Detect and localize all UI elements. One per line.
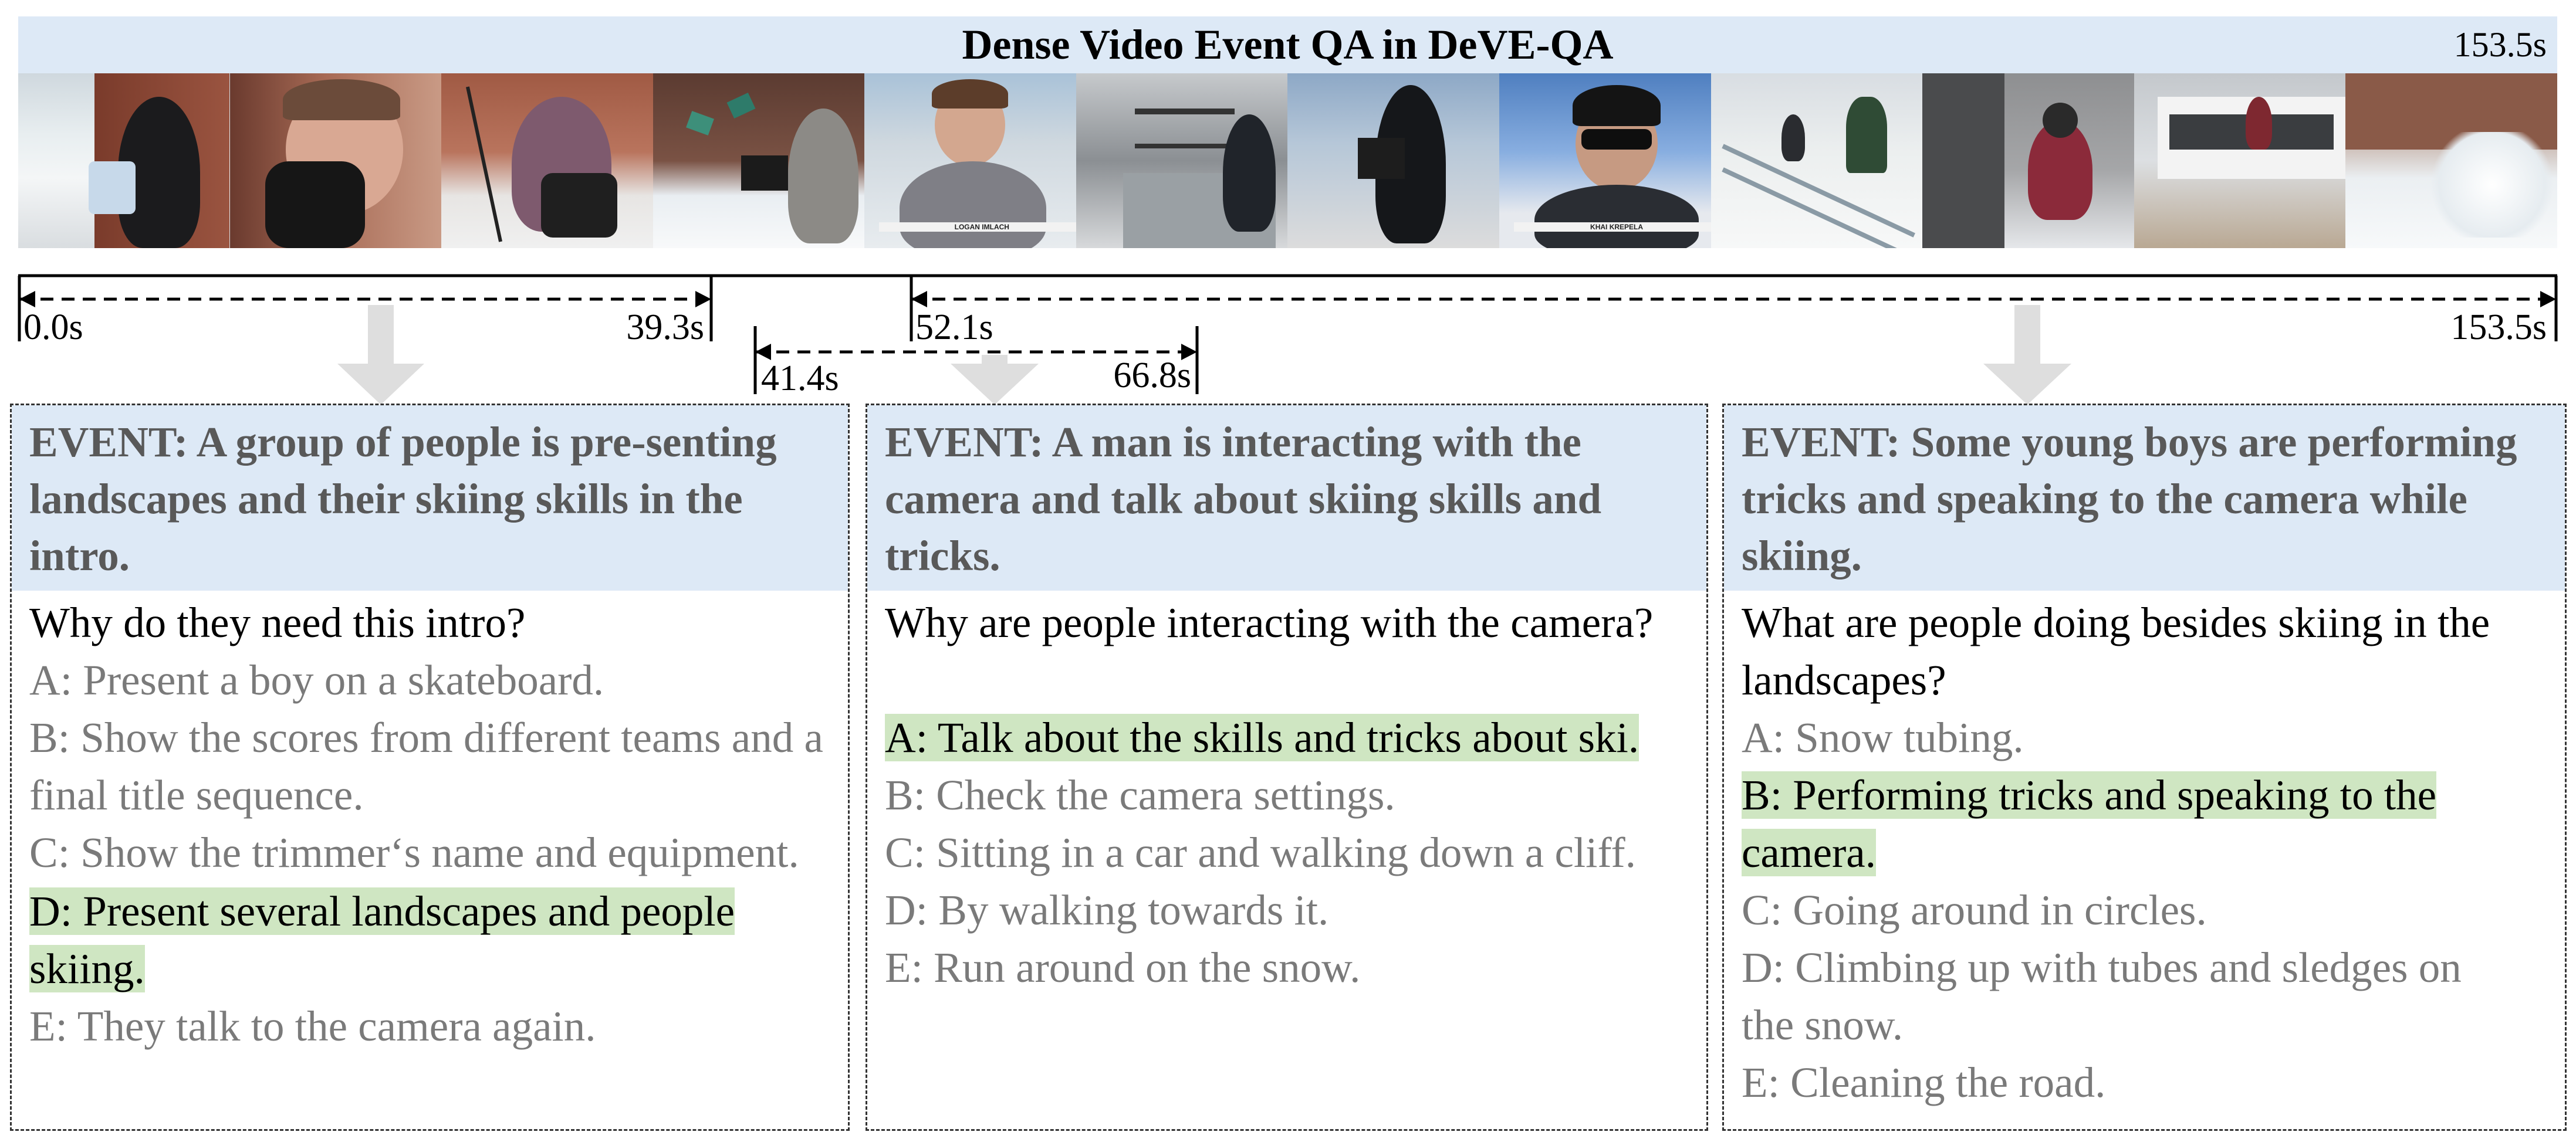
answer-options: A: Talk about the skills and tricks abou… <box>885 709 1695 997</box>
down-arrow-1 <box>337 305 424 405</box>
frame-caption: LOGAN IMLACH <box>879 222 1076 232</box>
frame-7 <box>1287 73 1500 248</box>
segment-2-end-label: 66.8s <box>1113 355 1191 395</box>
frame-10 <box>1922 73 2134 248</box>
answer-options: A: Present a boy on a skateboard. B: Sho… <box>29 652 836 1055</box>
option-label: E: Cleaning the road. <box>1742 1059 2106 1106</box>
event-description: EVENT: A group of people is pre-senting … <box>29 418 777 580</box>
segment-2: 41.4s 66.8s <box>753 326 1199 398</box>
option-a[interactable]: A: Present a boy on a skateboard. <box>29 652 836 709</box>
option-label: C: Show the trimmer‘s name and equipment… <box>29 829 799 876</box>
option-label: D: Present several landscapes and people… <box>29 887 735 992</box>
frame-11 <box>2134 73 2346 248</box>
option-label: C: Going around in circles. <box>1742 886 2207 934</box>
option-label: A: Present a boy on a skateboard. <box>29 656 604 704</box>
option-e[interactable]: E: Cleaning the road. <box>1742 1054 2512 1111</box>
segment-3-end-label: 153.5s <box>2450 307 2547 347</box>
option-label: B: Performing tricks and speaking to the… <box>1742 771 2437 876</box>
frame-9 <box>1710 73 1923 248</box>
segment-1-end-label: 39.3s <box>626 307 704 347</box>
frame-4 <box>653 73 865 248</box>
segment-3-start-arrow <box>911 291 927 307</box>
frame-5: LOGAN IMLACH <box>864 73 1076 248</box>
event-panel-1: EVENT: A group of people is pre-senting … <box>10 404 850 1131</box>
option-c[interactable]: C: Going around in circles. <box>1742 882 2512 939</box>
segment-1: 0.0s 39.3s <box>19 276 713 347</box>
down-arrow-2 <box>951 355 1039 405</box>
option-label: C: Sitting in a car and walking down a c… <box>885 829 1636 876</box>
video-duration: 153.5s <box>2453 25 2547 64</box>
frame-caption: KHAI KREPELA <box>1514 222 1711 232</box>
header-bar: Dense Video Event QA in DeVE-QA 153.5s <box>18 16 2557 73</box>
event-description: EVENT: Some young boys are performing tr… <box>1742 418 2517 580</box>
segment-1-start-arrow <box>19 291 35 307</box>
frame-6 <box>1076 73 1288 248</box>
frame-3 <box>441 73 653 248</box>
option-b-correct[interactable]: B: Performing tricks and speaking to the… <box>1742 767 2512 882</box>
option-label: E: Run around on the snow. <box>885 944 1361 991</box>
option-d[interactable]: D: Climbing up with tubes and sledges on… <box>1742 939 2512 1054</box>
frame-8: KHAI KREPELA <box>1499 73 1711 248</box>
event-description: EVENT: A man is interacting with the cam… <box>885 418 1602 580</box>
question-text: What are people doing besides skiing in … <box>1742 599 2490 704</box>
option-e[interactable]: E: Run around on the snow. <box>885 939 1695 997</box>
option-label: B: Check the camera settings. <box>885 771 1395 819</box>
event-panel-3: EVENT: Some young boys are performing tr… <box>1722 404 2567 1131</box>
option-d-correct[interactable]: D: Present several landscapes and people… <box>29 883 836 998</box>
option-c[interactable]: C: Show the trimmer‘s name and equipment… <box>29 824 836 882</box>
option-e[interactable]: E: They talk to the camera again. <box>29 998 836 1055</box>
option-c[interactable]: C: Sitting in a car and walking down a c… <box>885 824 1695 882</box>
event-box: EVENT: A man is interacting with the cam… <box>867 405 1706 591</box>
segment-1-start-label: 0.0s <box>23 307 83 347</box>
option-label: B: Show the scores from different teams … <box>29 714 823 819</box>
figure-title: Dense Video Event QA in DeVE-QA <box>962 21 1614 68</box>
answer-options: A: Snow tubing. B: Performing tricks and… <box>1742 709 2512 1111</box>
option-b[interactable]: B: Check the camera settings. <box>885 767 1695 824</box>
event-box: EVENT: A group of people is pre-senting … <box>12 405 848 591</box>
segment-3-end-arrow <box>2540 291 2556 307</box>
question-text: Why are people interacting with the came… <box>885 599 1654 646</box>
segment-2-end-arrow <box>1181 344 1197 360</box>
option-a-correct[interactable]: A: Talk about the skills and tricks abou… <box>885 709 1695 767</box>
video-filmstrip: LOGAN IMLACH KHAI KREPELA <box>18 73 2557 248</box>
down-arrow-3 <box>1983 305 2071 405</box>
segment-3-start-label: 52.1s <box>915 307 993 347</box>
option-d[interactable]: D: By walking towards it. <box>885 882 1695 939</box>
frame-2 <box>229 73 442 248</box>
option-label: A: Talk about the skills and tricks abou… <box>885 714 1639 761</box>
frame-12 <box>2345 73 2557 248</box>
event-box: EVENT: Some young boys are performing tr… <box>1724 405 2565 591</box>
option-label: E: They talk to the camera again. <box>29 1002 596 1050</box>
frame-1 <box>18 73 230 248</box>
option-label: D: Climbing up with tubes and sledges on… <box>1742 944 2462 1049</box>
event-panel-2: EVENT: A man is interacting with the cam… <box>866 404 1708 1131</box>
segment-3: 52.1s 153.5s <box>910 276 2556 347</box>
option-a[interactable]: A: Snow tubing. <box>1742 709 2512 767</box>
segment-2-start-arrow <box>755 344 771 360</box>
segment-1-end-arrow <box>695 291 711 307</box>
option-label: A: Snow tubing. <box>1742 714 2024 761</box>
option-b[interactable]: B: Show the scores from different teams … <box>29 709 836 824</box>
question-text: Why do they need this intro? <box>29 599 526 646</box>
option-label: D: By walking towards it. <box>885 886 1329 934</box>
segment-2-start-label: 41.4s <box>761 358 839 398</box>
